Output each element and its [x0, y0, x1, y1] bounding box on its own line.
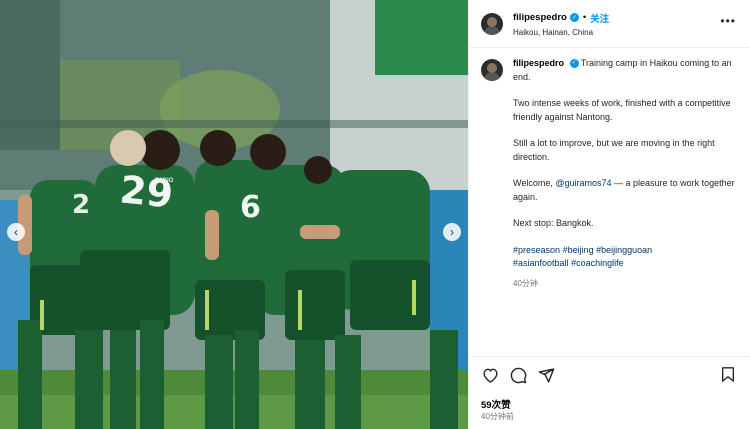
- divider: [469, 356, 750, 357]
- caption-welcome-prefix: Welcome,: [513, 178, 556, 188]
- caption-time: 40分钟: [513, 278, 538, 288]
- verified-badge-icon: ✓: [569, 13, 579, 22]
- caption-avatar[interactable]: [481, 59, 503, 81]
- hashtag-link[interactable]: #coachinglife: [571, 258, 624, 268]
- follow-button[interactable]: 关注: [590, 11, 609, 25]
- post-photo[interactable]: 2 FABIO 29 6 ‹ ›: [0, 0, 468, 429]
- chevron-right-icon[interactable]: ›: [443, 223, 461, 241]
- more-options-icon[interactable]: •••: [720, 14, 736, 28]
- caption-line-3: Still a lot to improve, but we are movin…: [513, 138, 715, 162]
- comment-icon[interactable]: [509, 366, 527, 384]
- post-header: filipespedro ✓ • 关注 Haikou, Hainan, Chin…: [469, 0, 750, 48]
- mention-link[interactable]: @guiramos74: [555, 178, 611, 188]
- hashtag-link[interactable]: #beijing: [563, 245, 594, 255]
- jersey-number-2: 2: [72, 190, 91, 220]
- caption-line-2: Two intense weeks of work, finished with…: [513, 98, 731, 122]
- chevron-left-icon[interactable]: ‹: [7, 223, 25, 241]
- likes-count[interactable]: 59次赞: [481, 397, 511, 411]
- verified-badge-icon: ✓: [569, 59, 579, 69]
- caption-line-5: Next stop: Bangkok.: [513, 218, 594, 228]
- jersey-number-6: 6: [240, 190, 261, 225]
- post-timestamp: 40分钟前: [481, 412, 514, 421]
- location-link[interactable]: Haikou, Hainan, China: [513, 28, 609, 37]
- team-huddle-image: [0, 0, 468, 429]
- heart-icon[interactable]: [481, 366, 499, 384]
- avatar[interactable]: [481, 12, 503, 35]
- post-modal: 2 FABIO 29 6 ‹ › filipespedro ✓ • 关注 Hai…: [0, 0, 750, 429]
- separator: •: [582, 12, 587, 23]
- hashtag-link[interactable]: #preseason: [513, 245, 560, 255]
- action-bar: [481, 366, 555, 384]
- username-link[interactable]: filipespedro: [513, 12, 567, 23]
- hashtag-link[interactable]: #asianfootball: [513, 258, 569, 268]
- caption-username[interactable]: filipespedro: [513, 58, 564, 68]
- jersey-number-29: 29: [117, 167, 176, 217]
- hashtag-link[interactable]: #beijingguoan: [596, 245, 652, 255]
- caption: filipespedro ✓ Training camp in Haikou c…: [481, 57, 743, 290]
- post-details-panel: filipespedro ✓ • 关注 Haikou, Hainan, Chin…: [468, 0, 750, 429]
- send-icon[interactable]: [537, 366, 555, 384]
- bookmark-icon[interactable]: [720, 366, 738, 384]
